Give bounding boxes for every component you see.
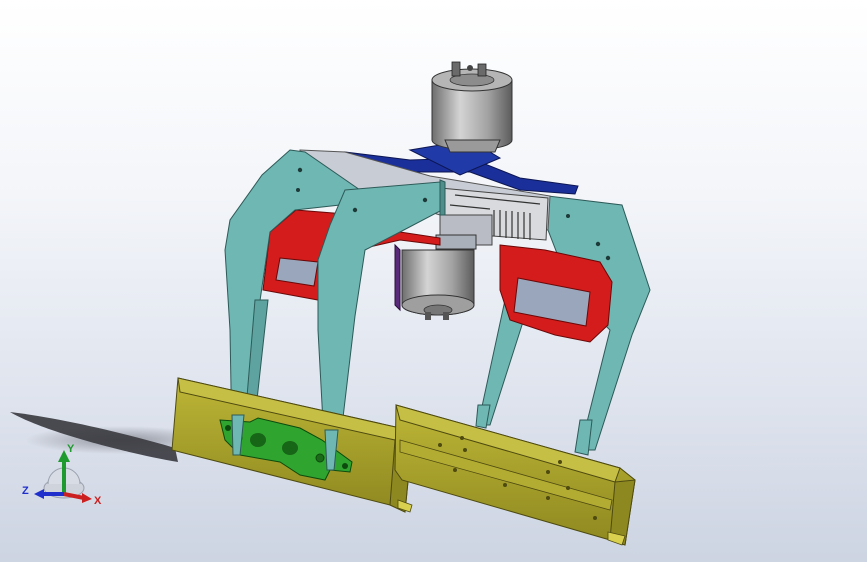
lower-motor[interactable] (394, 234, 477, 320)
top-motor[interactable] (431, 61, 513, 153)
right-frame-hole (566, 214, 570, 218)
right-frame-hole (595, 241, 601, 247)
axis-triad-graphic: Y X Z (22, 443, 102, 507)
center-frame-hole (422, 197, 428, 203)
center-frame-hole (352, 207, 358, 213)
z-axis-label: Z (22, 485, 29, 497)
right-frame-hole (605, 255, 611, 261)
cad-viewport[interactable]: Y X Z (0, 0, 867, 562)
z-axis-arrowhead (34, 489, 44, 499)
left-frame-hole (297, 167, 303, 173)
gripper-assembly-model[interactable] (0, 0, 867, 562)
x-axis-arrowhead (82, 493, 92, 503)
x-axis-label: X (94, 495, 102, 507)
left-frame-hole (296, 188, 300, 192)
y-axis-label: Y (67, 443, 75, 455)
center-front-plate[interactable] (439, 179, 446, 216)
axis-triad[interactable]: Y X Z (18, 438, 108, 518)
